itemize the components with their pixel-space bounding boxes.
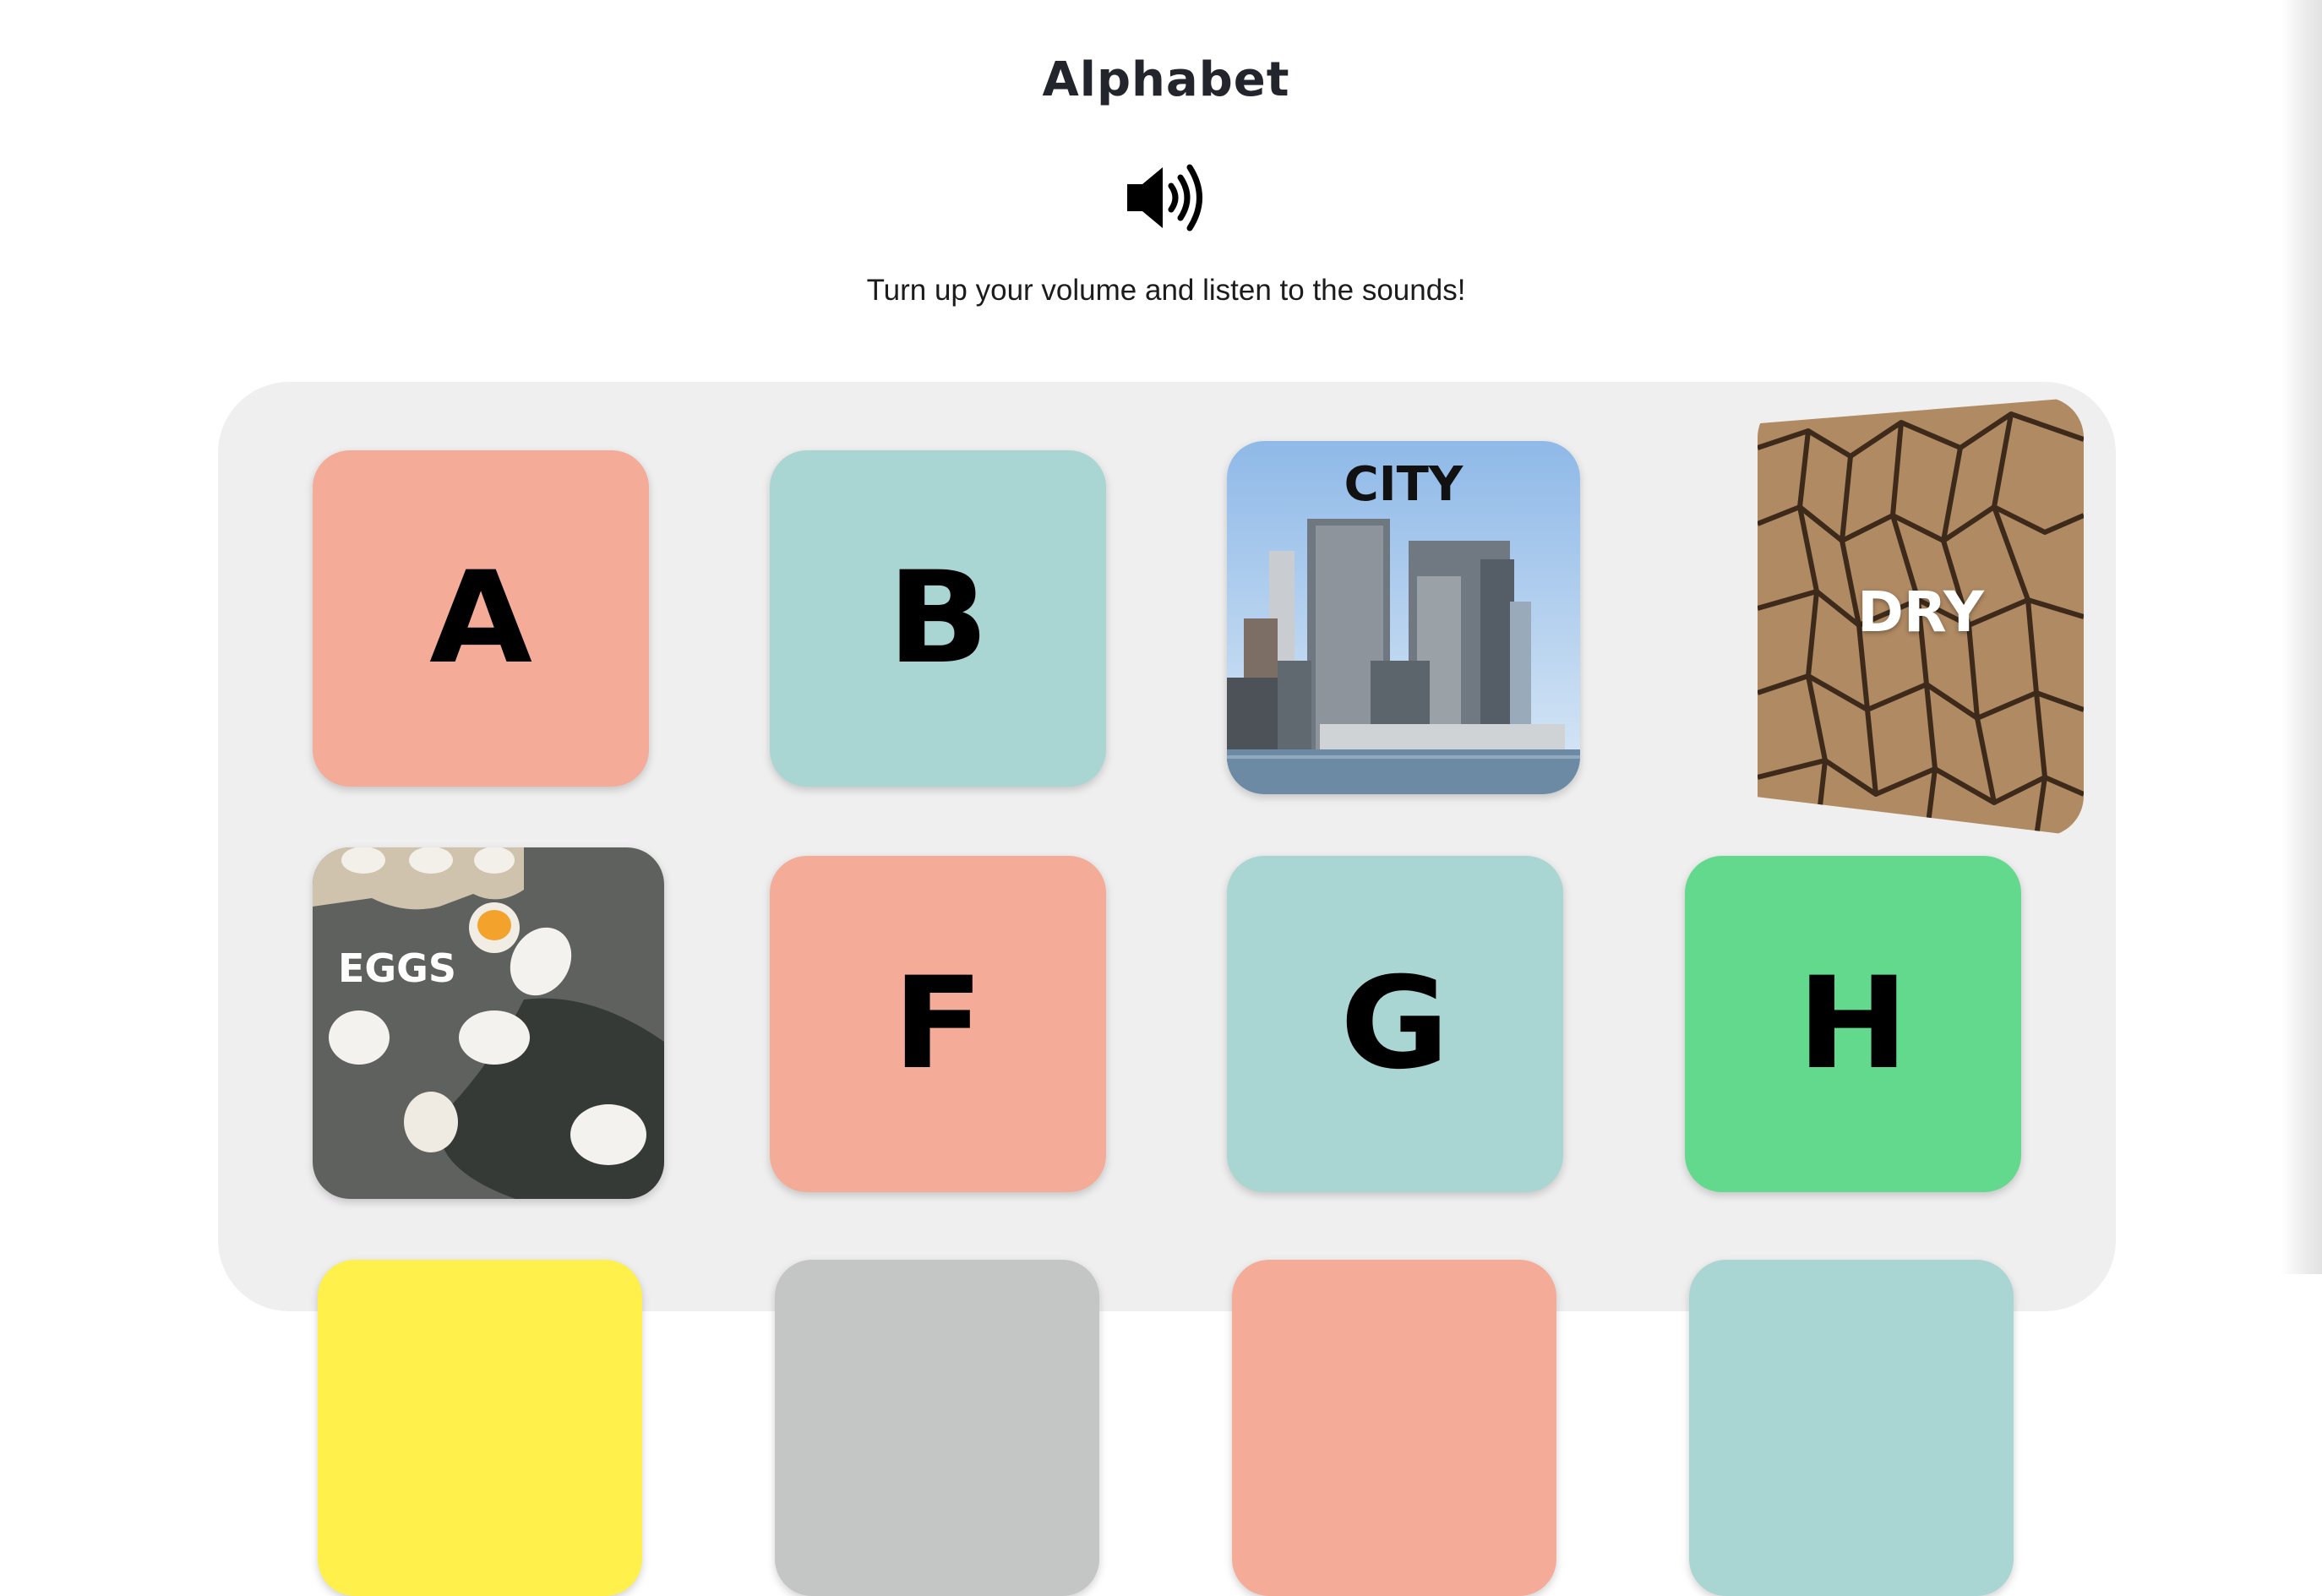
instructions-text: Turn up your volume and listen to the so… xyxy=(866,274,1466,307)
card-letter-b[interactable]: B xyxy=(770,450,1106,787)
card-row3-4[interactable] xyxy=(1689,1260,2014,1596)
card-letter: A xyxy=(429,545,532,692)
card-word: CITY xyxy=(1344,457,1464,512)
card-word: EGGS xyxy=(338,945,457,991)
card-row3-1[interactable] xyxy=(318,1260,642,1596)
card-letter: F xyxy=(892,951,984,1098)
eggs-image xyxy=(313,847,664,1199)
card-eggs[interactable]: EGGS xyxy=(313,847,664,1199)
card-letter: G xyxy=(1340,951,1450,1098)
card-letter-a[interactable]: A xyxy=(313,450,649,787)
page-title: Alphabet xyxy=(1042,52,1290,107)
card-letter-g[interactable]: G xyxy=(1227,856,1563,1192)
card-city[interactable]: CITY xyxy=(1227,441,1580,794)
card-dry[interactable]: DRY xyxy=(1758,397,2084,836)
card-row3-2[interactable] xyxy=(775,1260,1099,1596)
card-letter: B xyxy=(886,545,989,692)
page-edge-shade xyxy=(2281,0,2322,1274)
speaker-volume-icon[interactable] xyxy=(1124,157,1208,238)
card-letter-h[interactable]: H xyxy=(1685,856,2021,1192)
card-row3-3[interactable] xyxy=(1232,1260,1556,1596)
card-letter: H xyxy=(1797,951,1909,1098)
card-letter-f[interactable]: F xyxy=(770,856,1106,1192)
card-word: DRY xyxy=(1857,580,1984,645)
